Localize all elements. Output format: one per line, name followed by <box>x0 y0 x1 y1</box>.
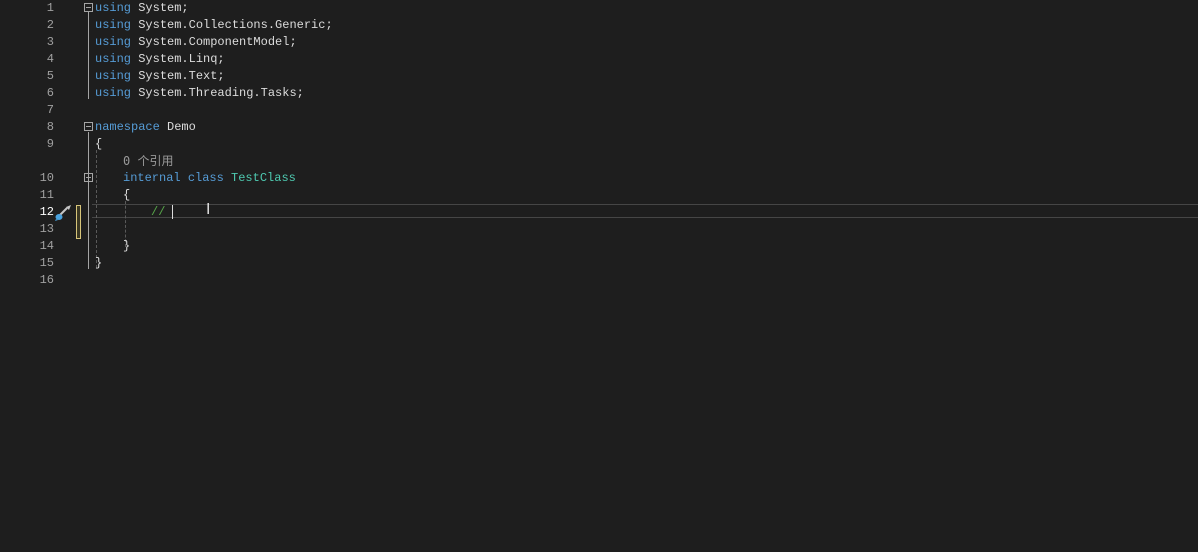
code-text: using System.Text; <box>95 68 225 85</box>
code-line[interactable]: 16 <box>0 272 1198 289</box>
collapse-icon[interactable] <box>84 122 93 131</box>
code-text: namespace Demo <box>95 119 196 136</box>
code-line[interactable]: 15 } <box>0 255 1198 272</box>
code-line[interactable]: 3 using System.ComponentModel; <box>0 34 1198 51</box>
codelens-references[interactable]: 0 个引用 <box>123 152 173 169</box>
text-token: System; <box>131 1 189 15</box>
code-line[interactable]: 5 using System.Text; <box>0 68 1198 85</box>
code-line-active[interactable]: 12 // Ⅰ <box>0 200 1198 221</box>
line-number: 7 <box>46 103 54 117</box>
line-number: 8 <box>46 120 54 134</box>
code-line[interactable]: 7 <box>0 102 1198 119</box>
code-line[interactable]: 8 namespace Demo <box>0 119 1198 136</box>
keyword-token: using <box>95 1 132 15</box>
comment-token: // <box>151 205 166 219</box>
line-number: 5 <box>46 69 54 83</box>
code-line[interactable]: 2 using System.Collections.Generic; <box>0 17 1198 34</box>
line-number: 2 <box>46 18 54 32</box>
code-line[interactable]: 9 { <box>0 136 1198 153</box>
line-number: 14 <box>39 239 54 253</box>
text-token: System.Text; <box>131 69 225 83</box>
brace-token: { <box>95 137 103 151</box>
keyword-token: using <box>95 52 132 66</box>
keyword-token: internal <box>123 171 181 185</box>
line-number: 6 <box>46 86 54 100</box>
brace-token: } <box>95 256 103 270</box>
keyword-token: class <box>187 171 224 185</box>
class-name-token: TestClass <box>231 171 296 185</box>
brace-token: } <box>123 239 131 253</box>
keyword-token: using <box>95 35 132 49</box>
line-number: 4 <box>46 52 54 66</box>
text-token: System.Threading.Tasks; <box>131 86 304 100</box>
text-caret <box>172 205 173 219</box>
code-line[interactable]: 11 { <box>0 187 1198 204</box>
line-number: 12 <box>39 205 54 219</box>
code-text: // <box>151 204 165 221</box>
code-line[interactable]: 13 <box>0 221 1198 238</box>
code-text: using System.Threading.Tasks; <box>95 85 304 102</box>
ibeam-cursor-icon: Ⅰ <box>206 200 211 218</box>
line-number: 11 <box>39 188 54 202</box>
collapse-icon[interactable] <box>84 173 93 182</box>
code-line[interactable]: 6 using System.Threading.Tasks; <box>0 85 1198 102</box>
code-line[interactable]: 1 using System; <box>0 0 1198 17</box>
text-token: System.Collections.Generic; <box>131 18 333 32</box>
code-editor[interactable]: 1 using System; 2 using System.Collectio… <box>0 0 1198 552</box>
code-text: using System.Collections.Generic; <box>95 17 333 34</box>
line-number: 1 <box>46 1 54 15</box>
keyword-token: using <box>95 86 132 100</box>
code-line[interactable]: 10 internal class TestClass <box>0 170 1198 187</box>
line-number: 13 <box>39 222 54 236</box>
keyword-token: using <box>95 18 132 32</box>
code-text: internal class TestClass <box>123 170 296 187</box>
code-text: using System.ComponentModel; <box>95 34 297 51</box>
code-text: } <box>123 238 130 255</box>
line-number: 10 <box>39 171 54 185</box>
text-token: System.ComponentModel; <box>131 35 297 49</box>
code-line[interactable]: 14 } <box>0 238 1198 255</box>
code-text: using System; <box>95 0 189 17</box>
code-text: } <box>95 255 102 272</box>
keyword-token: using <box>95 69 132 83</box>
line-number: 3 <box>46 35 54 49</box>
text-token: Demo <box>159 120 196 134</box>
text-token: System.Linq; <box>131 52 225 66</box>
line-number: 9 <box>46 137 54 151</box>
collapse-icon[interactable] <box>84 3 93 12</box>
code-line[interactable]: 4 using System.Linq; <box>0 51 1198 68</box>
keyword-token: namespace <box>95 120 160 134</box>
line-number: 15 <box>39 256 54 270</box>
line-number: 16 <box>39 273 54 287</box>
brace-token: { <box>123 188 131 202</box>
code-text: using System.Linq; <box>95 51 225 68</box>
code-text: { <box>95 136 102 153</box>
code-text: { <box>123 187 130 204</box>
